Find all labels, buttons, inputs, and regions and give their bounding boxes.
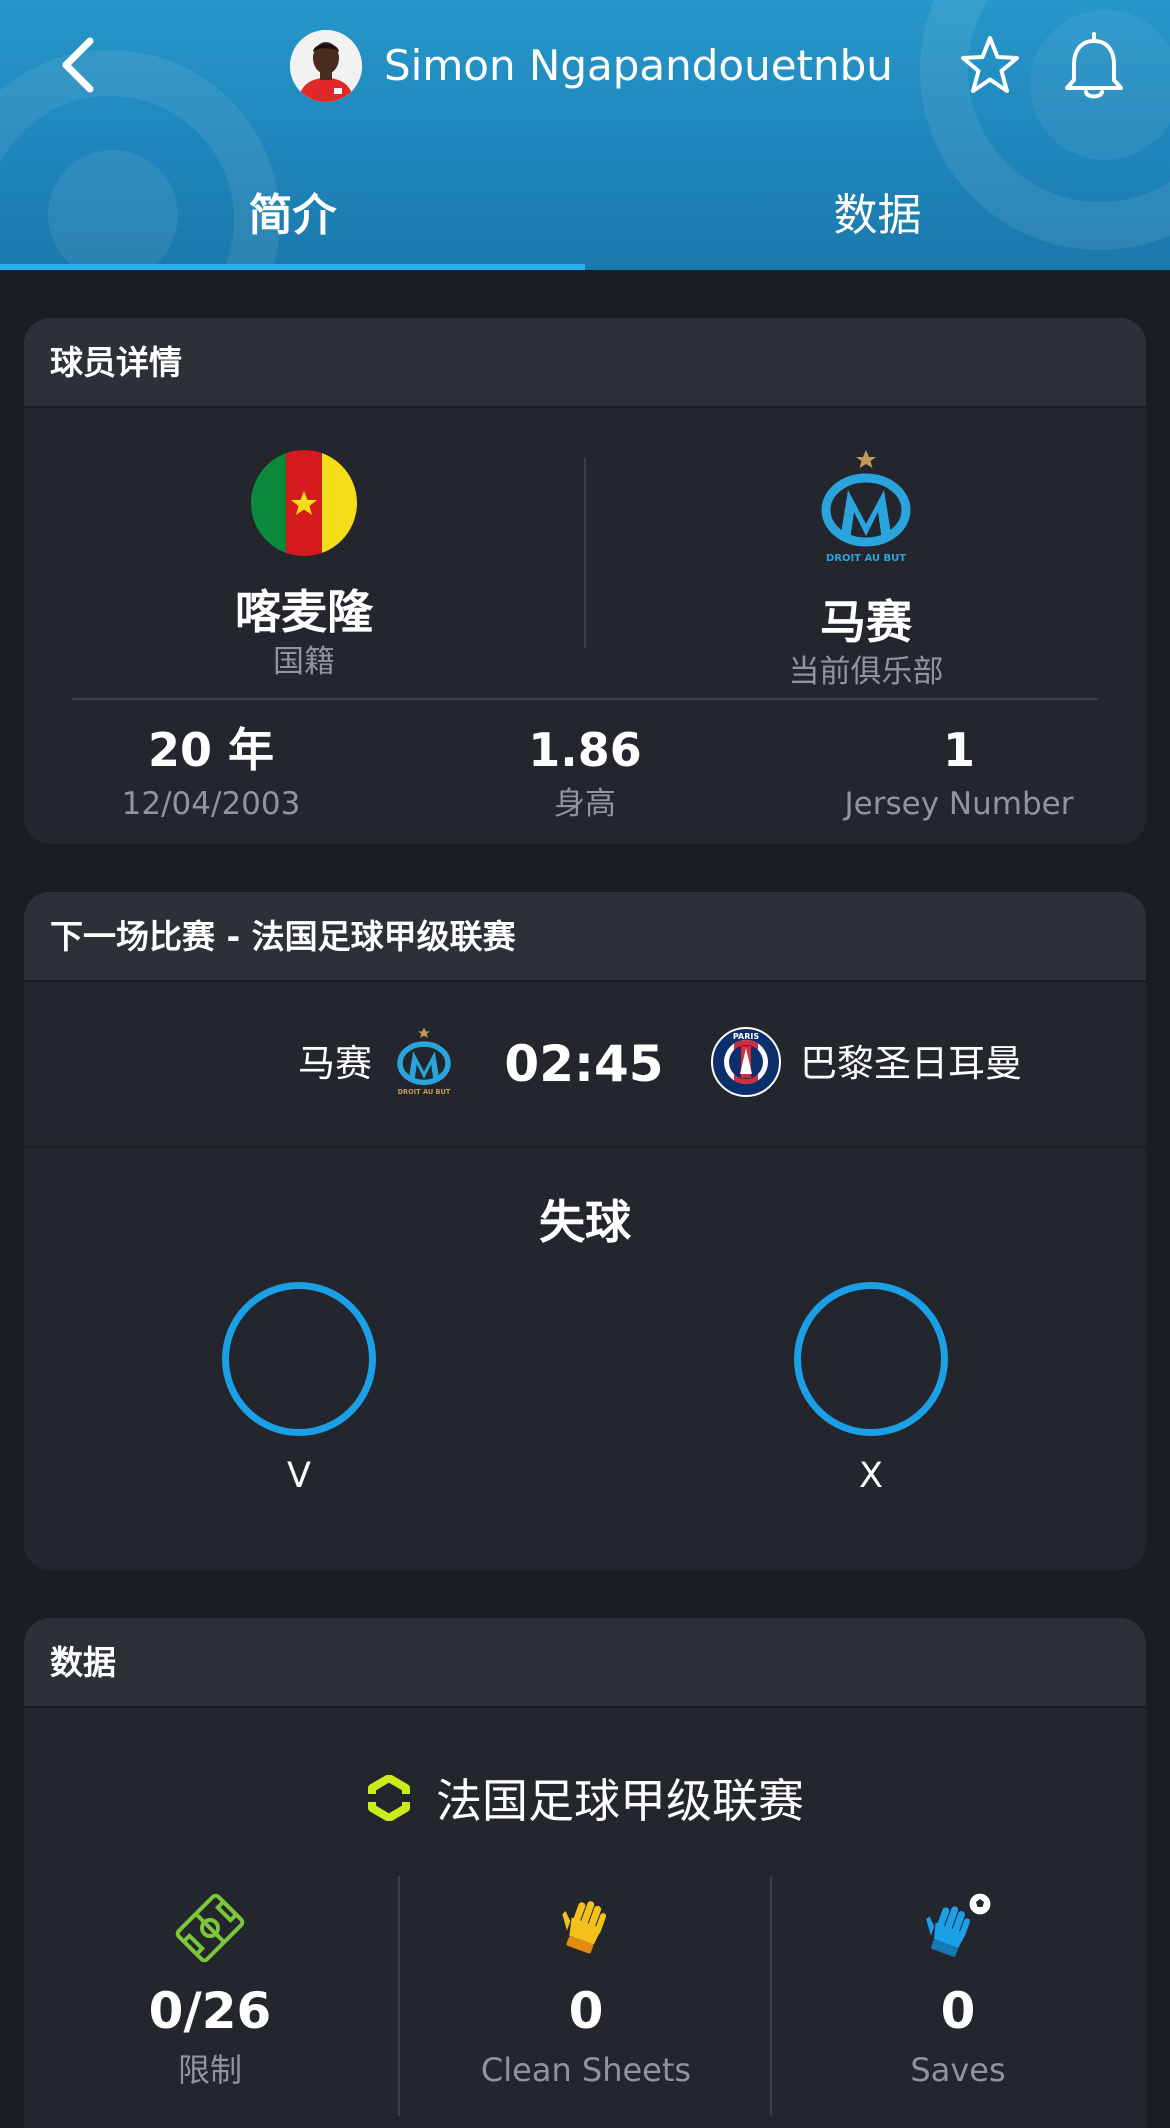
match-time: 02:45 xyxy=(504,1035,664,1093)
birth-date: 12/04/2003 xyxy=(121,786,301,822)
svg-text:DROIT AU BUT: DROIT AU BUT xyxy=(826,553,906,564)
svg-text:PARIS: PARIS xyxy=(733,1032,759,1041)
divider xyxy=(72,698,1098,700)
appearances-value: 0/26 xyxy=(148,1982,272,2040)
height-value: 1.86 xyxy=(528,723,642,777)
glove-icon xyxy=(562,1901,607,1954)
jersey-stat: 1 Jersey Number xyxy=(772,718,1146,826)
pitch-icon xyxy=(175,1893,245,1963)
tab-stats[interactable]: 数据 xyxy=(585,176,1170,256)
favorite-button[interactable] xyxy=(958,32,1022,100)
clean-sheets-value: 0 xyxy=(568,1982,604,2040)
home-team-logo: DROIT AU BUT xyxy=(394,1022,454,1102)
card-title: 下一场比赛 - 法国足球甲级联赛 xyxy=(24,892,1146,982)
goals-conceded-title: 失球 xyxy=(539,1195,631,1249)
player-name: Simon Ngapandouetnbu xyxy=(384,41,893,90)
home-team-name: 马赛 xyxy=(298,1042,372,1085)
psg-logo-icon: PARIS xyxy=(711,1027,781,1097)
saves-label: Saves xyxy=(910,2051,1006,2089)
match-row[interactable]: 马赛 DROIT AU BUT 02:45 PARIS 巴黎圣日耳曼 xyxy=(24,982,1146,1148)
height-label: 身高 xyxy=(554,786,616,822)
bell-icon xyxy=(1065,32,1123,99)
height-stat: 1.86 身高 xyxy=(398,718,772,826)
club-label: 当前俱乐部 xyxy=(788,654,944,690)
marseille-logo-icon: DROIT AU BUT xyxy=(397,1027,451,1096)
player-details-card: 球员详情 喀麦隆 国籍 DROIT AU BUT 马赛 当前俱乐部 20 年 1… xyxy=(24,318,1146,844)
jersey-label: Jersey Number xyxy=(844,786,1074,822)
svg-text:DROIT AU BUT: DROIT AU BUT xyxy=(398,1088,451,1096)
nationality-section: 喀麦隆 国籍 xyxy=(24,448,584,682)
home-form-ring xyxy=(222,1282,376,1436)
stats-card: 数据 法国足球甲级联赛 0/26 限制 0 Clean Sheets 0 Sav… xyxy=(24,1618,1146,2128)
jersey-value: 1 xyxy=(942,723,975,777)
avatar xyxy=(290,30,362,102)
home-form-label: V xyxy=(287,1456,311,1496)
league-name: 法国足球甲级联赛 xyxy=(436,1774,804,1828)
saves-value: 0 xyxy=(940,1982,976,2040)
save-glove-icon xyxy=(926,1892,992,1957)
away-team-name: 巴黎圣日耳曼 xyxy=(800,1042,1022,1085)
nationality-label: 国籍 xyxy=(273,644,335,680)
club-value: 马赛 xyxy=(820,595,912,649)
marseille-logo-icon: DROIT AU BUT xyxy=(821,450,911,564)
appearances-stat: 0/26 限制 xyxy=(24,1888,396,2092)
star-icon xyxy=(961,36,1019,93)
next-match-card: 下一场比赛 - 法国足球甲级联赛 马赛 DROIT AU BUT 02:45 P… xyxy=(24,892,1146,1570)
away-form-label: X xyxy=(859,1456,883,1496)
appearances-label: 限制 xyxy=(177,2051,242,2089)
player-header: Simon Ngapandouetnbu 简介 数据 xyxy=(0,0,1170,270)
active-tab-indicator xyxy=(0,264,585,270)
tab-intro[interactable]: 简介 xyxy=(0,176,585,256)
away-team-logo: PARIS xyxy=(710,1026,782,1098)
nationality-value: 喀麦隆 xyxy=(235,585,373,639)
card-title: 球员详情 xyxy=(24,318,1146,408)
clean-sheets-label: Clean Sheets xyxy=(480,2051,692,2089)
age-value: 20 年 xyxy=(147,723,275,777)
chevron-left-icon xyxy=(62,37,94,93)
notification-button[interactable] xyxy=(1060,30,1128,102)
club-section[interactable]: DROIT AU BUT 马赛 当前俱乐部 xyxy=(586,448,1146,692)
back-button[interactable] xyxy=(48,30,108,100)
saves-stat: 0 Saves xyxy=(772,1888,1144,2092)
age-stat: 20 年 12/04/2003 xyxy=(24,718,398,826)
card-title: 数据 xyxy=(24,1618,1146,1708)
clean-sheets-stat: 0 Clean Sheets xyxy=(400,1888,772,2092)
cameroon-flag-icon xyxy=(251,450,357,556)
away-form-ring xyxy=(794,1282,948,1436)
ligue1-logo-icon xyxy=(368,1775,410,1821)
player-photo-icon xyxy=(290,30,362,102)
league-selector[interactable]: 法国足球甲级联赛 xyxy=(24,1758,1146,1838)
